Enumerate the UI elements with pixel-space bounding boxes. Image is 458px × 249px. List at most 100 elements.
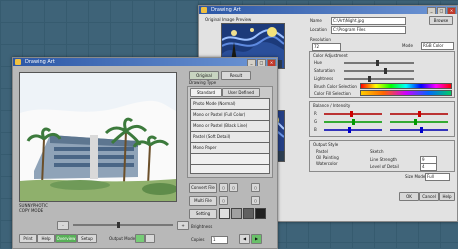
copies-label: Copies [191, 237, 205, 242]
output-style-panel: Output Style Pastel Oil Painting Waterco… [309, 140, 455, 172]
browse-button[interactable]: Browse [429, 16, 453, 25]
result-button[interactable]: Result [221, 71, 251, 80]
output-option[interactable]: Oil Painting [316, 155, 339, 160]
mode-button[interactable] [145, 234, 155, 243]
blue-slider-2-thumb[interactable] [420, 127, 423, 133]
output-style-title: Output Style [313, 142, 339, 147]
zoom-slider-thumb[interactable] [117, 222, 120, 228]
location-field[interactable]: C:\Program Files [331, 26, 406, 34]
help-button[interactable]: Help [439, 192, 455, 201]
main-image [19, 72, 177, 202]
multi-file-button[interactable]: Multi File [189, 196, 217, 206]
color-adjust-panel: Color Adjustment Hue Saturation Lightnes… [309, 51, 455, 98]
balance-title: Balance / Intensity [313, 103, 351, 108]
fill-color-label: Color Fill Selection [314, 91, 351, 96]
location-label: Location [310, 27, 327, 32]
green-slider-thumb[interactable] [352, 119, 355, 125]
lightness-slider-thumb[interactable] [368, 76, 371, 82]
zoom-out-button[interactable]: - [57, 221, 69, 230]
output-option[interactable]: Watercolor [316, 161, 338, 166]
close-button[interactable]: × [447, 7, 456, 14]
color-swatch[interactable] [255, 208, 266, 219]
go-button[interactable]: ▶ [251, 234, 262, 244]
hue-slider[interactable] [344, 62, 414, 64]
option-radio[interactable]: ○ [229, 183, 238, 192]
original-button[interactable]: Original [189, 71, 219, 80]
blue-slider-2[interactable] [390, 129, 448, 131]
tab-standard[interactable]: Standard [190, 88, 222, 97]
option-radio[interactable]: ○ [219, 183, 228, 192]
green-slider-2[interactable] [390, 121, 448, 123]
minimize-button[interactable]: _ [427, 7, 436, 14]
output-option[interactable]: Sketch [370, 149, 383, 154]
red-slider[interactable] [324, 113, 382, 115]
maximize-button[interactable]: □ [437, 7, 446, 14]
zoom-in-button[interactable]: + [177, 221, 189, 230]
red-slider-thumb[interactable] [350, 111, 353, 117]
menu-item-empty[interactable] [190, 164, 270, 174]
brush-color-label: Brush Color Selection [314, 84, 357, 89]
ok-button[interactable]: OK [399, 192, 419, 201]
option-radio[interactable]: ○ [251, 183, 260, 192]
option-radio[interactable]: ○ [251, 196, 260, 205]
window-titlebar[interactable]: Drawing Art _ □ × [199, 6, 457, 14]
convert-file-button[interactable]: Convert File [189, 183, 217, 193]
maximize-button[interactable]: □ [257, 59, 266, 66]
size-mode-label: Size Mode [405, 174, 426, 179]
name-label: Name [310, 18, 322, 23]
channel-b-label: B [314, 127, 317, 132]
print-button[interactable]: Print [19, 234, 37, 243]
output-option[interactable]: Pastel [316, 149, 328, 154]
minimize-button[interactable]: _ [247, 59, 256, 66]
level-of-detail-label: Level of Detail [370, 164, 399, 169]
hue-label: Hue [314, 60, 323, 65]
color-swatch[interactable] [231, 208, 242, 219]
close-button[interactable]: × [267, 59, 276, 66]
lightness-label: Lightness [314, 76, 334, 81]
name-field[interactable]: C:\Art\Night.jpg [331, 17, 406, 25]
blue-slider-thumb[interactable] [348, 127, 351, 133]
help-button[interactable]: Help [37, 234, 55, 243]
drawing-art-window: Drawing Art _ □ × SUNNYPHOTIC COPY MODE … [12, 57, 278, 249]
setting-button[interactable]: Setting [189, 209, 217, 219]
brush-color-gradient[interactable] [360, 83, 452, 89]
color-swatch[interactable] [219, 208, 230, 219]
zoom-slider[interactable] [73, 224, 173, 226]
app-icon [201, 7, 207, 13]
blue-slider[interactable] [324, 129, 382, 131]
window-titlebar[interactable]: Drawing Art _ □ × [13, 58, 277, 66]
resolution-label: Resolution [310, 37, 331, 42]
saturation-slider[interactable] [344, 70, 414, 72]
preview-label: Original Image Preview [205, 17, 252, 22]
drawing-type-panel: Standard User Defined Photo Mode (Normal… [187, 86, 273, 178]
option-radio[interactable]: ○ [219, 196, 228, 205]
line-strength-label: Line Strength [370, 157, 397, 162]
red-slider-2-thumb[interactable] [418, 111, 421, 117]
level-of-detail-field[interactable]: 4 [420, 163, 437, 171]
mode-button[interactable] [135, 234, 145, 243]
resolution-field[interactable]: 72 [312, 43, 341, 51]
section-title: Drawing Type [189, 80, 217, 85]
color-swatch[interactable] [243, 208, 254, 219]
color-adjust-title: Color Adjustment [313, 53, 348, 58]
status-text: COPY MODE [19, 208, 44, 213]
overview-button[interactable]: Overview [55, 234, 77, 243]
copies-decrement-button[interactable]: ◀ [239, 234, 250, 244]
window-title: Drawing Art [25, 59, 55, 65]
saturation-slider-thumb[interactable] [384, 68, 387, 74]
fill-color-gradient[interactable] [360, 90, 452, 96]
tab-user-defined[interactable]: User Defined [222, 88, 260, 97]
saturation-label: Saturation [314, 68, 335, 73]
copies-field[interactable]: 1 [211, 236, 228, 244]
green-slider-2-thumb[interactable] [414, 119, 417, 125]
output-mode-label: Output Mode [109, 236, 136, 241]
hue-slider-thumb[interactable] [376, 60, 379, 66]
lightness-slider[interactable] [344, 78, 414, 80]
setup-button[interactable]: Setup [77, 234, 97, 243]
channel-g-label: G [314, 119, 318, 124]
mode-select[interactable]: RGB Color [421, 42, 454, 50]
window-title: Drawing Art [211, 7, 241, 13]
cancel-button[interactable]: Cancel [419, 192, 439, 201]
size-mode-select[interactable]: Full [425, 173, 450, 181]
balance-panel: Balance / Intensity R G B [309, 101, 455, 137]
